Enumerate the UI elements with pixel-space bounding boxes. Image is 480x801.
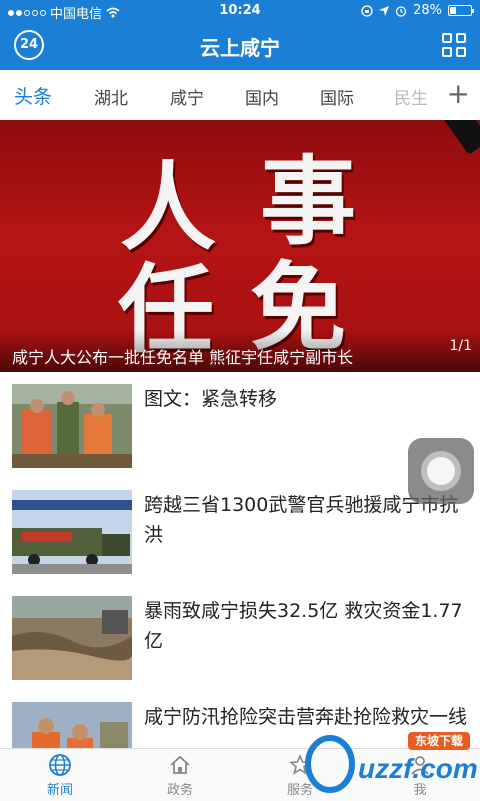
news-thumbnail <box>12 596 132 680</box>
home-icon <box>170 755 190 774</box>
app-title: 云上咸宁 <box>200 36 280 60</box>
nav-government[interactable]: 政务 <box>140 753 220 798</box>
uzzf-watermark: 东坡下载 uzzf.com <box>305 732 478 793</box>
flood-photo <box>12 596 132 680</box>
news-item[interactable]: 暴雨致咸宁损失32.5亿 救灾资金1.77亿 <box>0 584 480 691</box>
tab-xianning[interactable]: 咸宁 <box>170 84 204 109</box>
assistive-touch-icon <box>421 451 461 491</box>
tab-guonei[interactable]: 国内 <box>245 84 279 109</box>
news-title: 暴雨致咸宁损失32.5亿 救灾资金1.77亿 <box>144 600 463 652</box>
app-header: 24 云上咸宁 <box>0 22 480 70</box>
news-title: 图文：紧急转移 <box>144 388 278 410</box>
globe-icon <box>49 754 71 776</box>
add-tab-icon[interactable]: + <box>447 80 470 108</box>
news-thumbnail <box>12 384 132 468</box>
tab-toutiao[interactable]: 头条 <box>14 82 52 109</box>
banner-caption: 咸宁人大公布一批任免名单 熊征宇任咸宁副市长 1/1 <box>0 330 480 372</box>
headline-banner[interactable]: 人 事 任 免 咸宁人大公布一批任免名单 熊征宇任咸宁副市长 1/1 <box>0 120 480 372</box>
nav-news[interactable]: 新闻 <box>20 753 100 798</box>
nav-news-label: 新闻 <box>46 783 73 798</box>
tab-hubei[interactable]: 湖北 <box>94 84 128 109</box>
rescue-photo <box>12 384 132 468</box>
news-thumbnail <box>12 490 132 574</box>
status-bar: 中国电信 10:24 28% <box>0 0 480 22</box>
banner-page-indicator: 1/1 <box>449 338 472 354</box>
truck-photo <box>12 490 132 574</box>
tab-guoji[interactable]: 国际 <box>320 84 354 109</box>
watermark-sub: 东坡下载 <box>415 733 463 748</box>
assistive-touch-button[interactable] <box>408 438 474 504</box>
lock-rotation-icon <box>361 4 373 17</box>
pen-graphic <box>388 120 480 155</box>
battery-icon <box>448 5 474 16</box>
battery-percent: 28% <box>413 3 442 18</box>
location-icon <box>379 5 390 16</box>
tab-minsheng[interactable]: 民生 <box>394 84 428 109</box>
banner-caption-text: 咸宁人大公布一批任免名单 熊征宇任咸宁副市长 <box>12 348 354 367</box>
status-right: 28% <box>361 3 474 18</box>
battery-fill <box>450 7 456 14</box>
category-tabs: 头条 湖北 咸宁 国内 国际 民生 + <box>0 70 480 121</box>
watermark-text: uzzf.com <box>358 753 478 784</box>
nav-government-label: 政务 <box>166 783 193 798</box>
grid-menu-icon[interactable] <box>442 33 468 59</box>
alarm-icon <box>395 5 407 17</box>
